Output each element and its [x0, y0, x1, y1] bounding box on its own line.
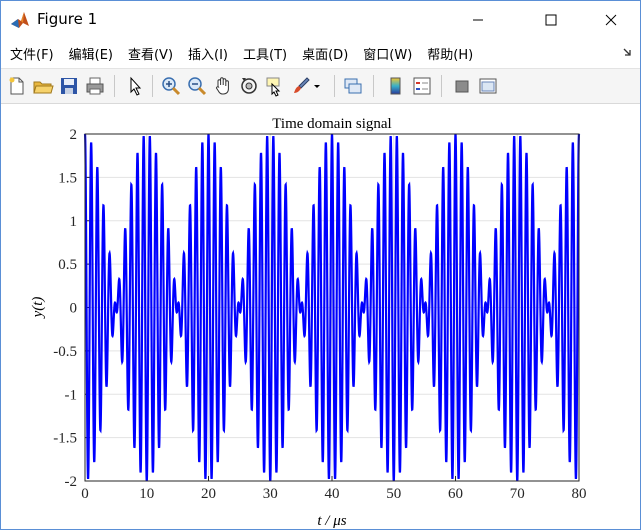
y-tick-label: 0 [70, 301, 78, 317]
toolbar-separator [441, 75, 442, 97]
x-tick-label: 0 [81, 486, 89, 502]
brush-icon[interactable] [290, 75, 312, 97]
brush-dropdown-icon[interactable] [312, 75, 322, 97]
window-title: Figure 1 [37, 10, 98, 28]
legend-icon[interactable] [411, 75, 433, 97]
y-tick-label: -2 [65, 474, 78, 490]
menu-bar: 文件(F) 编辑(E) 查看(V) 插入(I) 工具(T) 桌面(D) 窗口(W… [1, 38, 640, 68]
title-bar[interactable]: Figure 1 [1, 1, 640, 38]
zoom-in-icon[interactable] [160, 75, 182, 97]
y-tick-label: 2 [70, 127, 78, 143]
x-tick-label: 10 [139, 486, 154, 502]
x-tick-label: 60 [448, 486, 463, 502]
save-icon[interactable] [58, 75, 80, 97]
x-tick-label: 30 [263, 486, 278, 502]
y-tick-label: -1 [65, 387, 78, 403]
x-axis-ticks: 0 10 20 30 40 50 60 70 80 [81, 476, 587, 502]
pan-hand-icon[interactable] [212, 75, 234, 97]
menu-view[interactable]: 查看(V) [119, 44, 173, 63]
menu-desktop[interactable]: 桌面(D) [293, 44, 348, 63]
toolbar-separator [334, 75, 335, 97]
chart-title: Time domain signal [272, 116, 391, 132]
x-tick-label: 40 [325, 486, 340, 502]
figure-toolbar [1, 68, 640, 104]
zoom-out-icon[interactable] [186, 75, 208, 97]
matlab-logo-icon [10, 10, 30, 30]
y-axis-ticks: 2 1.5 1 0.5 0 -0.5 -1 -1.5 -2 [53, 127, 90, 490]
hide-plot-tools-icon[interactable] [451, 75, 473, 97]
pointer-icon[interactable] [124, 75, 146, 97]
print-icon[interactable] [84, 75, 106, 97]
open-file-icon[interactable] [32, 75, 54, 97]
x-tick-label: 20 [201, 486, 216, 502]
x-tick-label: 50 [386, 486, 401, 502]
menu-file[interactable]: 文件(F) [1, 44, 54, 63]
x-axis-label: t / μs [317, 513, 346, 529]
y-tick-label: -1.5 [53, 431, 77, 447]
menu-edit[interactable]: 编辑(E) [60, 44, 113, 63]
y-tick-label: 1.5 [58, 170, 77, 186]
colorbar-icon[interactable] [385, 75, 407, 97]
menu-insert[interactable]: 插入(I) [179, 44, 228, 63]
toolbar-separator [114, 75, 115, 97]
data-cursor-icon[interactable] [264, 75, 286, 97]
close-icon [605, 14, 617, 25]
y-tick-label: 1 [70, 214, 78, 230]
y-tick-label: -0.5 [53, 344, 77, 360]
y-axis-label: y(t) [30, 297, 46, 320]
figure-canvas[interactable]: Time domain signal 0 10 20 30 40 50 60 70 80 2 1.… [1, 104, 640, 529]
figure-window: Figure 1 文件(F) 编辑(E) 查看(V) 插入(I) 工具(T) 桌… [0, 0, 641, 530]
y-tick-label: 0.5 [58, 257, 77, 273]
minimize-icon [473, 19, 483, 20]
menu-window[interactable]: 窗口(W) [354, 44, 412, 63]
x-tick-label: 70 [510, 486, 525, 502]
show-plot-tools-icon[interactable] [477, 75, 499, 97]
x-tick-label: 80 [572, 486, 587, 502]
maximize-button[interactable] [528, 1, 574, 38]
new-figure-icon[interactable] [6, 75, 28, 97]
toolbar-separator [373, 75, 374, 97]
menu-help[interactable]: 帮助(H) [418, 44, 473, 63]
rotate-3d-icon[interactable] [238, 75, 260, 97]
plot-svg[interactable]: Time domain signal 0 10 20 30 40 50 60 70 80 21.… [1, 104, 640, 529]
menu-tools[interactable]: 工具(T) [234, 44, 287, 63]
dock-arrow-icon[interactable] [622, 47, 632, 57]
link-plot-icon[interactable] [342, 75, 364, 97]
minimize-button[interactable] [455, 1, 501, 38]
maximize-icon [545, 14, 557, 25]
close-button[interactable] [588, 1, 634, 38]
toolbar-separator [152, 75, 153, 97]
